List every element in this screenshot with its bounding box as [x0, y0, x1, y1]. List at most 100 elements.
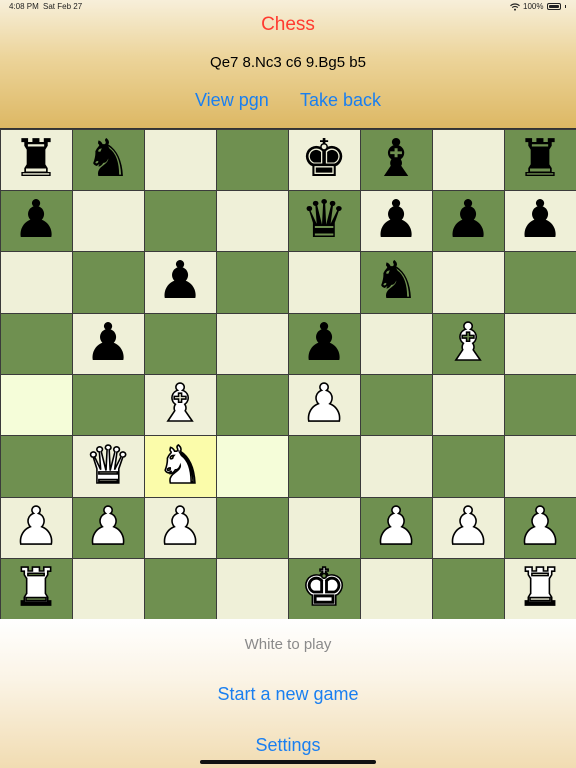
- black-knight-icon[interactable]: ♞: [85, 133, 132, 185]
- square-e6[interactable]: [287, 251, 361, 314]
- black-king-icon[interactable]: ♚: [301, 133, 348, 185]
- square-b2[interactable]: ♟: [71, 496, 145, 560]
- black-rook-icon[interactable]: ♜: [13, 133, 60, 185]
- black-pawn-icon[interactable]: ♟: [13, 194, 60, 246]
- white-pawn-icon[interactable]: ♟: [516, 500, 564, 554]
- square-e4[interactable]: ♟: [287, 374, 361, 437]
- black-pawn-icon[interactable]: ♟: [157, 255, 204, 307]
- square-a6[interactable]: [0, 251, 73, 314]
- square-a3[interactable]: [0, 435, 73, 498]
- white-rook-icon[interactable]: ♜: [516, 562, 564, 616]
- square-b1[interactable]: [71, 558, 145, 621]
- white-pawn-icon[interactable]: ♟: [84, 500, 132, 554]
- black-bishop-icon[interactable]: ♝: [373, 133, 420, 185]
- square-e3[interactable]: [287, 435, 361, 498]
- square-b8[interactable]: ♞: [71, 128, 145, 191]
- square-g6[interactable]: [431, 251, 505, 314]
- square-h8[interactable]: ♜: [503, 128, 576, 191]
- square-f6[interactable]: ♞: [359, 251, 433, 314]
- square-e1[interactable]: ♚: [287, 558, 361, 621]
- square-f4[interactable]: [359, 374, 433, 437]
- take-back-button[interactable]: Take back: [300, 90, 381, 111]
- white-queen-icon[interactable]: ♛: [84, 439, 132, 493]
- square-c8[interactable]: [143, 128, 217, 191]
- square-d7[interactable]: [215, 189, 289, 253]
- square-b3[interactable]: ♛: [71, 435, 145, 498]
- square-e7[interactable]: ♛: [287, 189, 361, 253]
- square-g5[interactable]: ♝: [431, 312, 505, 376]
- black-pawn-icon[interactable]: ♟: [517, 194, 564, 246]
- settings-button[interactable]: Settings: [0, 735, 576, 756]
- square-b5[interactable]: ♟: [71, 312, 145, 376]
- square-a4[interactable]: [0, 374, 73, 437]
- black-queen-icon[interactable]: ♛: [301, 194, 348, 246]
- home-indicator: [200, 760, 376, 764]
- black-rook-icon[interactable]: ♜: [517, 133, 564, 185]
- square-d2[interactable]: [215, 496, 289, 560]
- square-g8[interactable]: [431, 128, 505, 191]
- white-pawn-icon[interactable]: ♟: [300, 377, 348, 431]
- square-d3[interactable]: [215, 435, 289, 498]
- move-list: Qe7 8.Nc3 c6 9.Bg5 b5: [210, 54, 366, 71]
- new-game-button[interactable]: Start a new game: [0, 684, 576, 705]
- chess-board: ♜ ♞ ♚ ♝ ♜ ♟ ♛ ♟ ♟ ♟ ♟ ♞ ♟ ♟ ♝ ♝ ♟ ♛ ♞ ♟ ♟ ♟ ♟ ♟ ♟ ♜ ♚ ♜: [0, 128, 576, 621]
- square-c2[interactable]: ♟: [143, 496, 217, 560]
- square-d5[interactable]: [215, 312, 289, 376]
- square-h6[interactable]: [503, 251, 576, 314]
- square-c1[interactable]: [143, 558, 217, 621]
- square-f3[interactable]: [359, 435, 433, 498]
- square-c3[interactable]: ♞: [143, 435, 217, 498]
- square-b7[interactable]: [71, 189, 145, 253]
- square-f7[interactable]: ♟: [359, 189, 433, 253]
- square-g4[interactable]: [431, 374, 505, 437]
- square-b4[interactable]: [71, 374, 145, 437]
- square-c5[interactable]: [143, 312, 217, 376]
- black-knight-icon[interactable]: ♞: [373, 255, 420, 307]
- black-pawn-icon[interactable]: ♟: [373, 194, 420, 246]
- square-a8[interactable]: ♜: [0, 128, 73, 191]
- square-c6[interactable]: ♟: [143, 251, 217, 314]
- square-h3[interactable]: [503, 435, 576, 498]
- white-pawn-icon[interactable]: ♟: [444, 500, 492, 554]
- square-h4[interactable]: [503, 374, 576, 437]
- square-d8[interactable]: [215, 128, 289, 191]
- square-e2[interactable]: [287, 496, 361, 560]
- white-pawn-icon[interactable]: ♟: [372, 500, 420, 554]
- square-d4[interactable]: [215, 374, 289, 437]
- square-f1[interactable]: [359, 558, 433, 621]
- square-f2[interactable]: ♟: [359, 496, 433, 560]
- square-f8[interactable]: ♝: [359, 128, 433, 191]
- white-rook-icon[interactable]: ♜: [12, 562, 60, 616]
- white-bishop-icon[interactable]: ♝: [444, 316, 492, 370]
- square-e8[interactable]: ♚: [287, 128, 361, 191]
- square-h5[interactable]: [503, 312, 576, 376]
- black-pawn-icon[interactable]: ♟: [85, 317, 132, 369]
- white-king-icon[interactable]: ♚: [300, 562, 348, 616]
- square-h1[interactable]: ♜: [503, 558, 576, 621]
- square-c4[interactable]: ♝: [143, 374, 217, 437]
- square-d6[interactable]: [215, 251, 289, 314]
- square-b6[interactable]: [71, 251, 145, 314]
- status-bar: 4:08 PM Sat Feb 27 100%: [0, 0, 576, 14]
- white-pawn-icon[interactable]: ♟: [12, 500, 60, 554]
- square-d1[interactable]: [215, 558, 289, 621]
- white-pawn-icon[interactable]: ♟: [156, 500, 204, 554]
- black-pawn-icon[interactable]: ♟: [445, 194, 492, 246]
- square-a5[interactable]: [0, 312, 73, 376]
- square-h2[interactable]: ♟: [503, 496, 576, 560]
- square-g1[interactable]: [431, 558, 505, 621]
- square-a2[interactable]: ♟: [0, 496, 73, 560]
- square-a7[interactable]: ♟: [0, 189, 73, 253]
- square-g3[interactable]: [431, 435, 505, 498]
- square-h7[interactable]: ♟: [503, 189, 576, 253]
- square-c7[interactable]: [143, 189, 217, 253]
- square-a1[interactable]: ♜: [0, 558, 73, 621]
- view-pgn-button[interactable]: View pgn: [195, 90, 269, 111]
- square-e5[interactable]: ♟: [287, 312, 361, 376]
- white-bishop-icon[interactable]: ♝: [156, 377, 204, 431]
- square-f5[interactable]: [359, 312, 433, 376]
- square-g2[interactable]: ♟: [431, 496, 505, 560]
- black-pawn-icon[interactable]: ♟: [301, 317, 348, 369]
- square-g7[interactable]: ♟: [431, 189, 505, 253]
- white-knight-icon[interactable]: ♞: [156, 439, 204, 493]
